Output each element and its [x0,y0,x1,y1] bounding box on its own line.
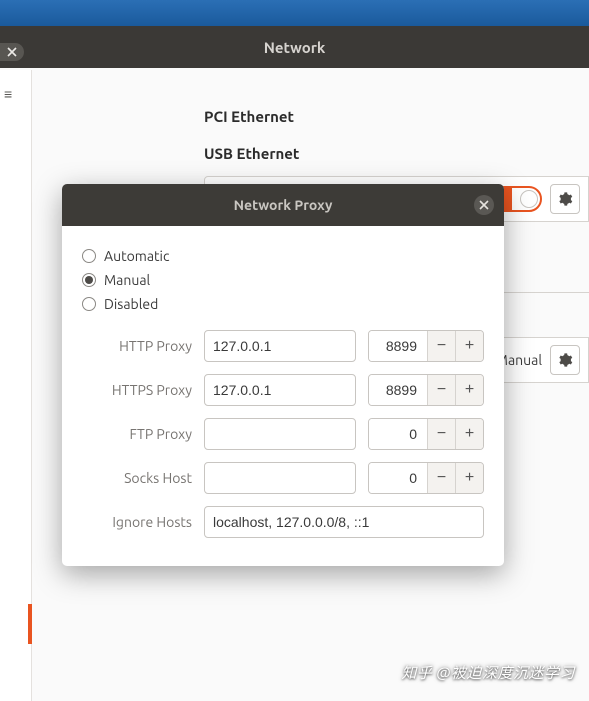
watermark: 知乎 @被迫深度沉迷学习 [401,662,575,683]
ftp-proxy-host-input[interactable] [204,418,356,450]
socks-port-spinner: − + [368,462,484,494]
connection-settings-button[interactable] [550,184,580,214]
radio-indicator [82,297,96,311]
close-icon [479,200,489,210]
radio-automatic[interactable]: Automatic [82,244,484,268]
network-proxy-dialog: Network Proxy Automatic Manual Disabled … [62,184,504,566]
ftp-proxy-port-spinner: − + [368,418,484,450]
socks-port-input[interactable] [369,463,427,493]
http-proxy-port-spinner: − + [368,330,484,362]
http-port-increment[interactable]: + [455,331,483,361]
radio-manual[interactable]: Manual [82,268,484,292]
ftp-proxy-label: FTP Proxy [82,426,192,442]
https-port-decrement[interactable]: − [427,375,455,405]
ignore-hosts-input[interactable] [204,506,484,538]
proxy-mode-radio-group: Automatic Manual Disabled [62,226,504,324]
http-proxy-host-input[interactable] [204,330,356,362]
radio-label: Disabled [104,296,158,312]
http-port-decrement[interactable]: − [427,331,455,361]
dialog-titlebar: Network Proxy [62,184,504,226]
proxy-form: HTTP Proxy − + HTTPS Proxy − + FTP Proxy… [62,324,504,566]
ftp-port-decrement[interactable]: − [427,419,455,449]
desktop-top-strip [0,0,589,26]
ftp-port-increment[interactable]: + [455,419,483,449]
radio-label: Automatic [104,248,169,264]
radio-label: Manual [104,272,150,288]
radio-disabled[interactable]: Disabled [82,292,484,316]
radio-indicator [82,249,96,263]
proxy-settings-button[interactable] [550,345,580,375]
ftp-proxy-port-input[interactable] [369,419,427,449]
https-proxy-host-input[interactable] [204,374,356,406]
https-proxy-label: HTTPS Proxy [82,382,192,398]
close-icon [7,47,17,57]
hamburger-icon[interactable]: ≡ [4,86,12,102]
socks-host-input[interactable] [204,462,356,494]
gear-icon [557,352,573,368]
section-pci-ethernet: PCI Ethernet [32,98,589,135]
ignore-hosts-label: Ignore Hosts [82,514,192,530]
https-proxy-port-input[interactable] [369,375,427,405]
socks-port-increment[interactable]: + [455,463,483,493]
dialog-title: Network Proxy [234,197,333,213]
socks-port-decrement[interactable]: − [427,463,455,493]
section-usb-ethernet: USB Ethernet [32,135,589,172]
radio-indicator [82,273,96,287]
http-proxy-port-input[interactable] [369,331,427,361]
https-port-increment[interactable]: + [455,375,483,405]
window-titlebar: Network [0,26,589,68]
window-title: Network [264,39,326,56]
tab-close-badge[interactable] [0,43,24,61]
gear-icon [557,191,573,207]
socks-host-label: Socks Host [82,470,192,486]
left-panel-sliver: ≡ [0,70,32,701]
dialog-close-button[interactable] [474,195,494,215]
http-proxy-label: HTTP Proxy [82,338,192,354]
https-proxy-port-spinner: − + [368,374,484,406]
